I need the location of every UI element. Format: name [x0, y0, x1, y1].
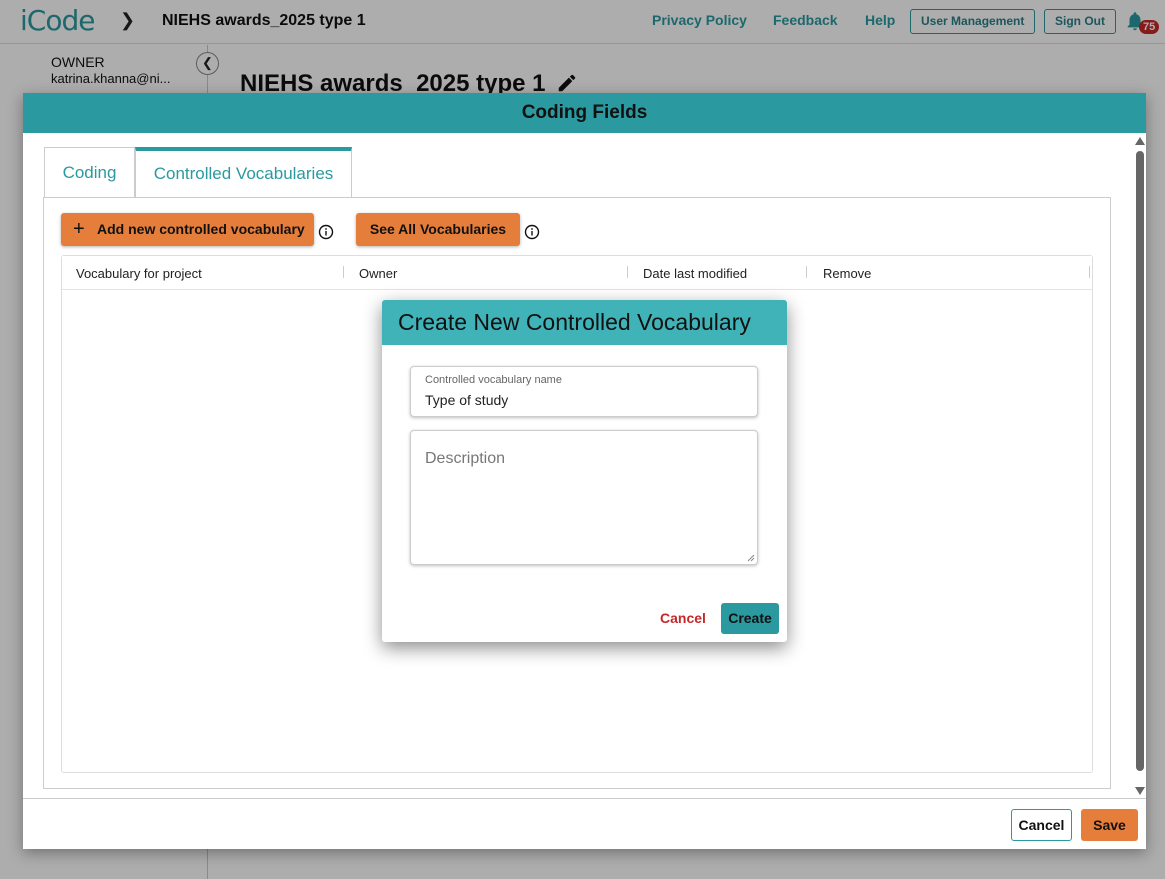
description-field[interactable]: Description	[410, 430, 758, 565]
see-all-vocabularies-button[interactable]: See All Vocabularies	[356, 213, 520, 246]
info-icon[interactable]	[318, 224, 334, 240]
dialog-title: Create New Controlled Vocabulary	[382, 300, 787, 345]
column-header-remove[interactable]: Remove	[823, 266, 871, 281]
info-icon[interactable]	[524, 224, 540, 240]
description-placeholder[interactable]: Description	[425, 450, 505, 468]
create-vocabulary-dialog: Create New Controlled Vocabulary Control…	[382, 300, 787, 642]
tab-controlled-vocabularies[interactable]: Controlled Vocabularies	[135, 147, 352, 197]
scroll-up-icon[interactable]	[1135, 137, 1145, 145]
vocabulary-name-input[interactable]: Type of study	[425, 392, 508, 408]
modal-footer: Cancel Save	[23, 798, 1146, 849]
dialog-create-button[interactable]: Create	[721, 603, 779, 634]
column-divider[interactable]	[806, 266, 807, 278]
coding-fields-title: Coding Fields	[23, 93, 1146, 133]
dialog-cancel-button[interactable]: Cancel	[660, 610, 706, 626]
tab-coding[interactable]: Coding	[44, 147, 135, 197]
modal-scrollbar[interactable]	[1135, 137, 1145, 797]
vocabulary-name-field[interactable]: Controlled vocabulary name Type of study	[410, 366, 758, 417]
column-header-vocabulary[interactable]: Vocabulary for project	[76, 266, 202, 281]
plus-icon: +	[73, 218, 85, 240]
column-divider[interactable]	[1089, 266, 1090, 278]
column-divider[interactable]	[627, 266, 628, 278]
table-header: Vocabulary for project Owner Date last m…	[62, 256, 1092, 290]
save-button[interactable]: Save	[1081, 809, 1138, 841]
column-header-owner[interactable]: Owner	[359, 266, 397, 281]
vocabulary-name-label: Controlled vocabulary name	[425, 374, 562, 386]
column-divider[interactable]	[343, 266, 344, 278]
scrollbar-thumb[interactable]	[1136, 151, 1144, 771]
add-vocabulary-button[interactable]: + Add new controlled vocabulary	[61, 213, 314, 246]
add-vocabulary-label: Add new controlled vocabulary	[97, 221, 305, 237]
column-header-date-modified[interactable]: Date last modified	[643, 266, 747, 281]
cancel-button[interactable]: Cancel	[1011, 809, 1072, 841]
scroll-down-icon[interactable]	[1135, 787, 1145, 795]
resize-handle-icon[interactable]	[747, 554, 755, 562]
